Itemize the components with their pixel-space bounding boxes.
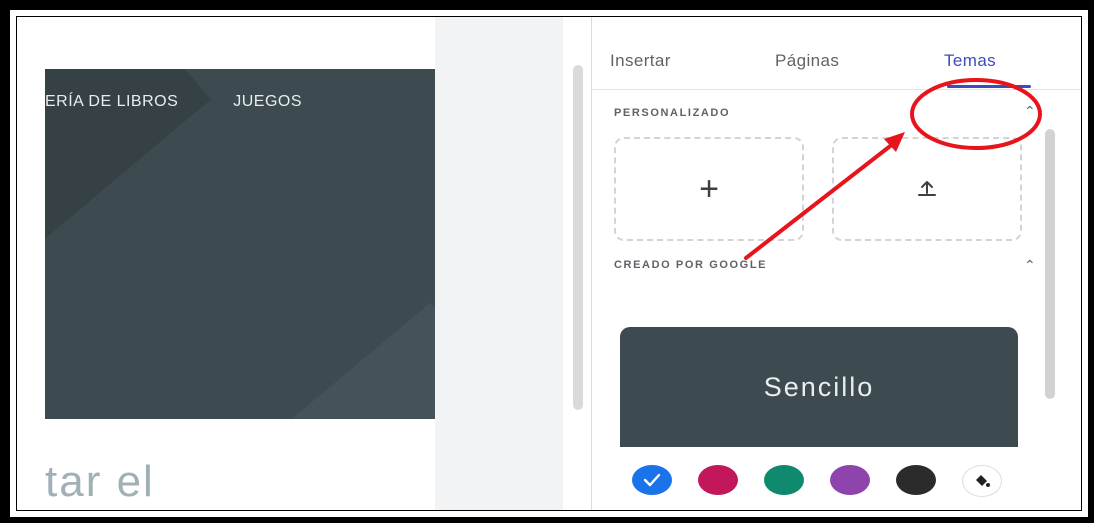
color-swatch-pink[interactable] [698,465,738,495]
theme-card-sencillo[interactable]: Sencillo [620,327,1018,510]
panel-tabs: Insertar Páginas Temas [592,17,1081,90]
side-panel: Insertar Páginas Temas PERSONALIZADO ⌃ +… [592,17,1081,510]
section-custom-label: PERSONALIZADO [614,107,731,119]
panel-scrollbar[interactable] [1045,129,1055,399]
plus-icon: + [699,169,719,208]
chevron-up-icon[interactable]: ⌃ [1024,103,1036,120]
nav-link-games[interactable]: JUEGOS [233,93,302,110]
color-swatch-green[interactable] [764,465,804,495]
tab-insertar[interactable]: Insertar [610,51,671,71]
chevron-up-icon[interactable]: ⌃ [1024,257,1036,274]
site-hero: ERÍA DE LIBROS JUEGOS [45,69,435,419]
theme-preview: Sencillo [620,327,1018,447]
tab-temas[interactable]: Temas [944,51,996,71]
paint-bucket-icon[interactable] [962,465,1002,497]
color-swatch-black[interactable] [896,465,936,495]
add-theme-button[interactable]: + [614,137,804,241]
nav-link-books[interactable]: ERÍA DE LIBROS [45,93,178,110]
site-preview: ERÍA DE LIBROS JUEGOS tar el [17,17,435,510]
color-swatch-purple[interactable] [830,465,870,495]
upload-theme-button[interactable] [832,137,1022,241]
app-window: ERÍA DE LIBROS JUEGOS tar el Insertar Pá… [16,16,1082,511]
upload-icon [918,181,936,196]
screenshot-frame: ERÍA DE LIBROS JUEGOS tar el Insertar Pá… [8,8,1090,519]
editor-gutter [435,17,563,510]
site-nav: ERÍA DE LIBROS JUEGOS [45,93,352,111]
active-tab-indicator [947,85,1031,88]
hero-shape [262,302,435,419]
preview-scrollbar[interactable] [573,65,583,410]
color-swatch-blue[interactable] [632,465,672,495]
theme-name: Sencillo [763,371,875,402]
page-heading-fragment: tar el [45,457,155,506]
section-google-label: CREADO POR GOOGLE [614,259,768,271]
check-icon [643,473,661,487]
tab-paginas[interactable]: Páginas [775,51,839,71]
